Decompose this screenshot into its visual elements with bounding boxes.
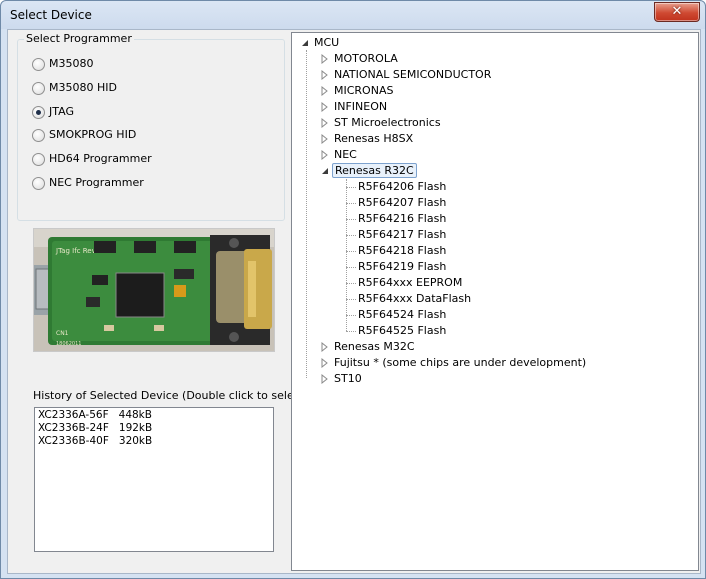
collapsed-arrow-icon[interactable]	[320, 102, 330, 112]
close-button[interactable]: ✕	[654, 2, 700, 22]
select-programmer-group: Select Programmer M35080 M35080 HID JTAG…	[17, 32, 285, 221]
tree-node-label: MCU	[314, 36, 340, 49]
collapsed-arrow-icon[interactable]	[320, 70, 330, 80]
radio-label: JTAG	[49, 105, 74, 118]
select-programmer-legend: Select Programmer	[24, 32, 134, 45]
radio-icon[interactable]	[32, 177, 45, 190]
dialog-client-area: Select Programmer M35080 M35080 HID JTAG…	[7, 29, 701, 574]
history-listbox[interactable]: XC2336A-56F 448kB XC2336B-24F 192kB XC23…	[34, 407, 274, 552]
tree-connector	[346, 219, 356, 220]
radio-icon[interactable]	[32, 153, 45, 166]
tree-leaf-device[interactable]: R5F64206 Flash	[358, 179, 446, 194]
radio-label: SMOKPROG HID	[49, 128, 137, 141]
tree-leaf-device[interactable]: R5F64525 Flash	[358, 323, 446, 338]
radio-label: HD64 Programmer	[49, 152, 152, 165]
history-item[interactable]: XC2336B-40F 320kB	[38, 435, 152, 448]
board-cn-label: CN1	[56, 330, 69, 337]
tree-node-label: NATIONAL SEMICONDUCTOR	[334, 68, 492, 81]
tree-node-label: NEC	[334, 148, 357, 161]
tree-node-label: ST Microelectronics	[334, 116, 441, 129]
collapsed-arrow-icon[interactable]	[320, 54, 330, 64]
tree-connector	[346, 203, 356, 204]
close-icon: ✕	[671, 4, 683, 19]
collapsed-arrow-icon[interactable]	[320, 342, 330, 352]
tree-guide-line	[306, 50, 307, 378]
collapsed-arrow-icon[interactable]	[320, 150, 330, 160]
collapsed-arrow-icon[interactable]	[320, 358, 330, 368]
history-label: History of Selected Device (Double click…	[33, 389, 309, 402]
tree-node-label: ST10	[334, 372, 362, 385]
tree-node-label: INFINEON	[334, 100, 388, 113]
radio-label: M35080	[49, 57, 94, 70]
radio-icon[interactable]	[32, 129, 45, 142]
select-device-window: Select Device ✕ Select Programmer M35080…	[0, 0, 706, 579]
collapsed-arrow-icon[interactable]	[320, 86, 330, 96]
tree-connector	[346, 331, 356, 332]
jtag-board-image: JTag Ifc Rev.C CN1 18062011	[34, 229, 274, 351]
tree-connector	[346, 187, 356, 188]
tree-leaf-device[interactable]: R5F64217 Flash	[358, 227, 446, 242]
radio-icon[interactable]	[32, 82, 45, 95]
tree-connector	[346, 283, 356, 284]
history-item[interactable]: XC2336B-24F 192kB	[38, 422, 152, 435]
tree-leaf-device[interactable]: R5F64218 Flash	[358, 243, 446, 258]
radio-label: NEC Programmer	[49, 176, 144, 189]
radio-icon[interactable]	[32, 58, 45, 71]
radio-checked-icon[interactable]	[32, 106, 45, 119]
collapsed-arrow-icon[interactable]	[320, 118, 330, 128]
tree-connector	[346, 315, 356, 316]
tree-leaf-device[interactable]: R5F64219 Flash	[358, 259, 446, 274]
tree-node-label: MICRONAS	[334, 84, 394, 97]
tree-leaf-device[interactable]: R5F64xxx DataFlash	[358, 291, 471, 306]
tree-connector	[346, 267, 356, 268]
tree-node-label: Fujitsu * (some chips are under developm…	[334, 356, 587, 369]
history-item[interactable]: XC2336A-56F 448kB	[38, 409, 152, 422]
window-title: Select Device	[10, 8, 92, 22]
tree-leaf-device[interactable]: R5F64207 Flash	[358, 195, 446, 210]
title-bar[interactable]: Select Device ✕	[1, 1, 705, 29]
tree-guide-line	[346, 179, 347, 331]
collapsed-arrow-icon[interactable]	[320, 134, 330, 144]
tree-connector	[346, 251, 356, 252]
tree-leaf-device[interactable]: R5F64xxx EEPROM	[358, 275, 462, 290]
tree-leaf-device[interactable]: R5F64216 Flash	[358, 211, 446, 226]
expanded-arrow-icon[interactable]	[300, 38, 310, 48]
tree-leaf-device[interactable]: R5F64524 Flash	[358, 307, 446, 322]
collapsed-arrow-icon[interactable]	[320, 374, 330, 384]
tree-connector	[346, 235, 356, 236]
board-date-label: 18062011	[56, 341, 81, 347]
radio-label: M35080 HID	[49, 81, 117, 94]
tree-node-label: MOTOROLA	[334, 52, 398, 65]
tree-connector	[346, 299, 356, 300]
expanded-arrow-icon[interactable]	[320, 166, 330, 176]
tree-node-label: Renesas H8SX	[334, 132, 414, 145]
device-tree[interactable]: MCU MOTOROLA NATIONAL SEMICONDUCTOR MICR…	[291, 32, 699, 571]
programmer-board-photo: JTag Ifc Rev.C CN1 18062011	[33, 228, 275, 352]
tree-node-label: Renesas M32C	[334, 340, 415, 353]
tree-node-label: Renesas R32C	[332, 163, 417, 178]
